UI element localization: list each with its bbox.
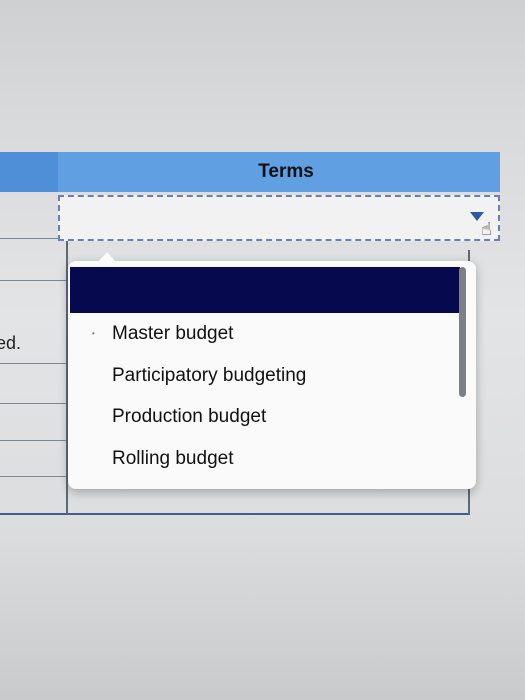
- dropdown-option-production-budget[interactable]: Production budget: [112, 406, 266, 428]
- left-column-header: [0, 152, 59, 192]
- row-divider: [0, 238, 66, 239]
- dropdown-option-rolling-budget[interactable]: Rolling budget: [112, 448, 233, 470]
- row-divider: [0, 440, 66, 441]
- bullet-dot-icon: •: [92, 329, 95, 338]
- terms-column-header: Terms: [58, 152, 500, 192]
- row-text-fragment: ed.: [0, 333, 22, 353]
- row-divider: [0, 403, 66, 404]
- table-bottom-border: [0, 513, 470, 515]
- row-divider: [0, 363, 66, 364]
- hand-cursor-icon: ☝: [481, 219, 492, 239]
- dropdown-caret: [98, 252, 116, 262]
- row-divider: [0, 280, 66, 281]
- dropdown-option-participatory-budgeting[interactable]: Participatory budgeting: [112, 365, 306, 387]
- dropdown-option-empty-selected[interactable]: [70, 267, 460, 313]
- terms-header-label: Terms: [258, 161, 314, 182]
- dropdown-menu: • Master budget Participatory budgeting …: [68, 252, 476, 489]
- terms-select[interactable]: ☝: [58, 195, 500, 241]
- dropdown-option-master-budget[interactable]: Master budget: [112, 323, 233, 345]
- row-divider: [0, 476, 66, 477]
- dropdown-scrollbar[interactable]: [459, 267, 466, 397]
